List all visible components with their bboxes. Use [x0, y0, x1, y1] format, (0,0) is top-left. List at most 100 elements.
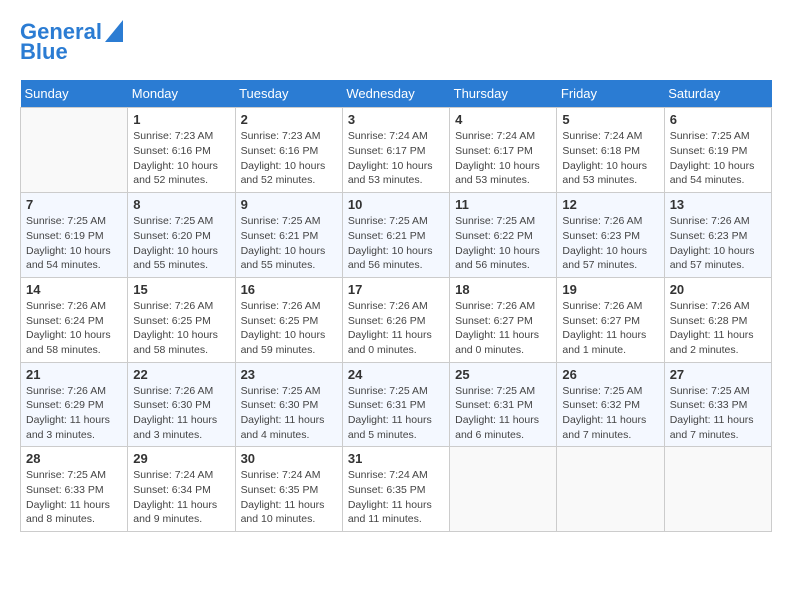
- day-number: 23: [241, 367, 337, 382]
- day-info: Sunrise: 7:26 AM Sunset: 6:29 PM Dayligh…: [26, 384, 122, 443]
- calendar-cell: 16Sunrise: 7:26 AM Sunset: 6:25 PM Dayli…: [235, 277, 342, 362]
- day-number: 27: [670, 367, 766, 382]
- day-info: Sunrise: 7:23 AM Sunset: 6:16 PM Dayligh…: [133, 129, 229, 188]
- day-info: Sunrise: 7:24 AM Sunset: 6:35 PM Dayligh…: [241, 468, 337, 527]
- day-info: Sunrise: 7:25 AM Sunset: 6:31 PM Dayligh…: [455, 384, 551, 443]
- logo-blue-text: Blue: [20, 40, 68, 64]
- calendar-cell: 2 Sunrise: 7:23 AM Sunset: 6:16 PM Daylig…: [235, 108, 342, 193]
- day-number: 22: [133, 367, 229, 382]
- dow-header: Saturday: [664, 80, 771, 108]
- dow-header: Sunday: [21, 80, 128, 108]
- calendar-cell: [557, 447, 664, 532]
- day-info: Sunrise: 7:24 AM Sunset: 6:17 PM Dayligh…: [455, 129, 551, 188]
- day-number: 15: [133, 282, 229, 297]
- calendar-cell: 15 Sunrise: 7:26 AM Sunset: 6:25 PM Dayli…: [128, 277, 235, 362]
- calendar-cell: 29 Sunrise: 7:24 AM Sunset: 6:34 PM Dayli…: [128, 447, 235, 532]
- day-number: 31: [348, 451, 444, 466]
- day-info: Sunrise: 7:25 AM Sunset: 6:31 PM Dayligh…: [348, 384, 444, 443]
- dow-header: Friday: [557, 80, 664, 108]
- day-info: Sunrise: 7:25 AM Sunset: 6:19 PM Dayligh…: [670, 129, 766, 188]
- day-info: Sunrise: 7:26 AM Sunset: 6:30 PM Dayligh…: [133, 384, 229, 443]
- day-number: 29: [133, 451, 229, 466]
- calendar-cell: 11 Sunrise: 7:25 AM Sunset: 6:22 PM Dayli…: [450, 193, 557, 278]
- calendar-cell: [450, 447, 557, 532]
- calendar-cell: 12Sunrise: 7:26 AM Sunset: 6:23 PM Dayli…: [557, 193, 664, 278]
- calendar-cell: 17 Sunrise: 7:26 AM Sunset: 6:26 PM Dayli…: [342, 277, 449, 362]
- day-number: 20: [670, 282, 766, 297]
- dow-header: Wednesday: [342, 80, 449, 108]
- day-info: Sunrise: 7:25 AM Sunset: 6:32 PM Dayligh…: [562, 384, 658, 443]
- day-number: 8: [133, 197, 229, 212]
- day-info: Sunrise: 7:23 AM Sunset: 6:16 PM Dayligh…: [241, 129, 337, 188]
- calendar-cell: 25 Sunrise: 7:25 AM Sunset: 6:31 PM Dayli…: [450, 362, 557, 447]
- calendar-cell: 14 Sunrise: 7:26 AM Sunset: 6:24 PM Dayli…: [21, 277, 128, 362]
- day-number: 30: [241, 451, 337, 466]
- calendar-cell: 20Sunrise: 7:26 AM Sunset: 6:28 PM Dayli…: [664, 277, 771, 362]
- day-info: Sunrise: 7:25 AM Sunset: 6:22 PM Dayligh…: [455, 214, 551, 273]
- day-number: 2: [241, 112, 337, 127]
- dow-header: Tuesday: [235, 80, 342, 108]
- day-number: 25: [455, 367, 551, 382]
- calendar-cell: 22 Sunrise: 7:26 AM Sunset: 6:30 PM Dayli…: [128, 362, 235, 447]
- calendar-cell: 10Sunrise: 7:25 AM Sunset: 6:21 PM Dayli…: [342, 193, 449, 278]
- calendar-cell: 19 Sunrise: 7:26 AM Sunset: 6:27 PM Dayli…: [557, 277, 664, 362]
- calendar-cell: 27Sunrise: 7:25 AM Sunset: 6:33 PM Dayli…: [664, 362, 771, 447]
- logo-icon: [105, 20, 123, 42]
- dow-header: Thursday: [450, 80, 557, 108]
- day-number: 16: [241, 282, 337, 297]
- day-number: 11: [455, 197, 551, 212]
- day-info: Sunrise: 7:26 AM Sunset: 6:27 PM Dayligh…: [455, 299, 551, 358]
- day-number: 3: [348, 112, 444, 127]
- calendar-cell: 31 Sunrise: 7:24 AM Sunset: 6:35 PM Dayli…: [342, 447, 449, 532]
- page-header: General Blue: [20, 20, 772, 64]
- calendar-cell: 5 Sunrise: 7:24 AM Sunset: 6:18 PM Daylig…: [557, 108, 664, 193]
- day-number: 19: [562, 282, 658, 297]
- day-info: Sunrise: 7:26 AM Sunset: 6:27 PM Dayligh…: [562, 299, 658, 358]
- calendar-cell: 28Sunrise: 7:25 AM Sunset: 6:33 PM Dayli…: [21, 447, 128, 532]
- day-info: Sunrise: 7:24 AM Sunset: 6:17 PM Dayligh…: [348, 129, 444, 188]
- day-info: Sunrise: 7:24 AM Sunset: 6:34 PM Dayligh…: [133, 468, 229, 527]
- day-info: Sunrise: 7:25 AM Sunset: 6:19 PM Dayligh…: [26, 214, 122, 273]
- day-info: Sunrise: 7:24 AM Sunset: 6:35 PM Dayligh…: [348, 468, 444, 527]
- day-number: 9: [241, 197, 337, 212]
- calendar-cell: 1 Sunrise: 7:23 AM Sunset: 6:16 PM Daylig…: [128, 108, 235, 193]
- day-number: 21: [26, 367, 122, 382]
- calendar-cell: 8 Sunrise: 7:25 AM Sunset: 6:20 PM Daylig…: [128, 193, 235, 278]
- calendar-cell: 26 Sunrise: 7:25 AM Sunset: 6:32 PM Dayli…: [557, 362, 664, 447]
- calendar-cell: 30 Sunrise: 7:24 AM Sunset: 6:35 PM Dayli…: [235, 447, 342, 532]
- calendar-cell: 13 Sunrise: 7:26 AM Sunset: 6:23 PM Dayli…: [664, 193, 771, 278]
- dow-header: Monday: [128, 80, 235, 108]
- day-info: Sunrise: 7:26 AM Sunset: 6:26 PM Dayligh…: [348, 299, 444, 358]
- day-number: 14: [26, 282, 122, 297]
- day-info: Sunrise: 7:25 AM Sunset: 6:21 PM Dayligh…: [348, 214, 444, 273]
- calendar-cell: 4 Sunrise: 7:24 AM Sunset: 6:17 PM Daylig…: [450, 108, 557, 193]
- day-info: Sunrise: 7:25 AM Sunset: 6:20 PM Dayligh…: [133, 214, 229, 273]
- calendar-cell: 6 Sunrise: 7:25 AM Sunset: 6:19 PM Daylig…: [664, 108, 771, 193]
- day-info: Sunrise: 7:26 AM Sunset: 6:25 PM Dayligh…: [133, 299, 229, 358]
- calendar-cell: [21, 108, 128, 193]
- calendar-cell: 23Sunrise: 7:25 AM Sunset: 6:30 PM Dayli…: [235, 362, 342, 447]
- calendar-cell: [664, 447, 771, 532]
- day-info: Sunrise: 7:25 AM Sunset: 6:21 PM Dayligh…: [241, 214, 337, 273]
- day-number: 6: [670, 112, 766, 127]
- day-number: 17: [348, 282, 444, 297]
- day-number: 18: [455, 282, 551, 297]
- day-number: 26: [562, 367, 658, 382]
- day-info: Sunrise: 7:26 AM Sunset: 6:23 PM Dayligh…: [562, 214, 658, 273]
- day-info: Sunrise: 7:24 AM Sunset: 6:18 PM Dayligh…: [562, 129, 658, 188]
- day-info: Sunrise: 7:26 AM Sunset: 6:24 PM Dayligh…: [26, 299, 122, 358]
- calendar-cell: 18 Sunrise: 7:26 AM Sunset: 6:27 PM Dayli…: [450, 277, 557, 362]
- day-number: 5: [562, 112, 658, 127]
- calendar-cell: 3 Sunrise: 7:24 AM Sunset: 6:17 PM Daylig…: [342, 108, 449, 193]
- day-number: 28: [26, 451, 122, 466]
- calendar-table: SundayMondayTuesdayWednesdayThursdayFrid…: [20, 80, 772, 532]
- calendar-cell: 9 Sunrise: 7:25 AM Sunset: 6:21 PM Daylig…: [235, 193, 342, 278]
- calendar-cell: 24Sunrise: 7:25 AM Sunset: 6:31 PM Dayli…: [342, 362, 449, 447]
- day-number: 4: [455, 112, 551, 127]
- day-info: Sunrise: 7:26 AM Sunset: 6:23 PM Dayligh…: [670, 214, 766, 273]
- day-number: 13: [670, 197, 766, 212]
- calendar-cell: 7Sunrise: 7:25 AM Sunset: 6:19 PM Daylig…: [21, 193, 128, 278]
- calendar-cell: 21 Sunrise: 7:26 AM Sunset: 6:29 PM Dayli…: [21, 362, 128, 447]
- logo: General Blue: [20, 20, 123, 64]
- day-number: 1: [133, 112, 229, 127]
